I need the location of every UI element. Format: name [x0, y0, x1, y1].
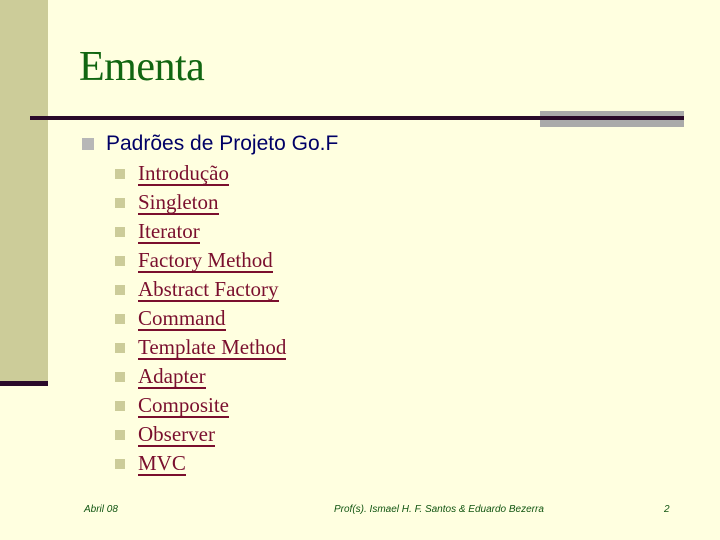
square-bullet-icon	[115, 371, 125, 382]
square-bullet-icon	[115, 284, 125, 295]
footer-authors: Prof(s). Ismael H. F. Santos & Eduardo B…	[334, 504, 544, 515]
topic-item: Observer	[115, 420, 286, 449]
square-bullet-icon	[115, 197, 125, 208]
topic-item: Command	[115, 304, 286, 333]
square-bullet-icon	[115, 226, 125, 237]
topic-link-command[interactable]: Command	[138, 307, 226, 331]
topic-item: Iterator	[115, 217, 286, 246]
square-bullet-icon	[115, 168, 125, 179]
topic-link-iterator[interactable]: Iterator	[138, 220, 200, 244]
topic-link-factory-method[interactable]: Factory Method	[138, 249, 273, 273]
topic-link-mvc[interactable]: MVC	[138, 452, 186, 476]
square-bullet-icon	[115, 400, 125, 411]
square-bullet-icon	[115, 342, 125, 353]
topic-link-singleton[interactable]: Singleton	[138, 191, 219, 215]
topic-item: Template Method	[115, 333, 287, 362]
topic-link-observer[interactable]: Observer	[138, 423, 215, 447]
square-bullet-icon	[115, 255, 125, 266]
topic-item: MVC	[115, 449, 286, 478]
topic-item: Singleton	[115, 188, 286, 217]
square-bullet-icon	[115, 313, 125, 324]
left-sidebar-bar	[0, 0, 48, 383]
title-rule	[30, 116, 684, 120]
main-bullet: Padrões de Projeto Go.F	[82, 130, 338, 158]
topic-link-template-method[interactable]: Template Method	[138, 336, 287, 360]
topic-link-abstract-factory[interactable]: Abstract Factory	[138, 278, 279, 302]
footer-page-number: 2	[664, 504, 670, 515]
topic-link-introducao[interactable]: Introdução	[138, 162, 229, 186]
topic-link-adapter[interactable]: Adapter	[138, 365, 206, 389]
topic-item: Adapter	[115, 362, 286, 391]
topic-item: Factory Method	[115, 246, 286, 275]
slide-title: Ementa	[79, 44, 205, 90]
square-bullet-icon	[115, 458, 125, 469]
sidebar-foot-line	[0, 381, 48, 386]
topic-item: Composite	[115, 391, 286, 420]
main-bullet-text: Padrões de Projeto Go.F	[106, 132, 339, 155]
topic-link-composite[interactable]: Composite	[138, 394, 230, 418]
topic-list: Introdução Singleton Iterator Factory Me…	[115, 159, 287, 478]
footer-date: Abril 08	[84, 504, 118, 515]
topic-item: Abstract Factory	[115, 275, 286, 304]
square-bullet-icon	[82, 138, 94, 150]
topic-item: Introdução	[115, 159, 286, 188]
square-bullet-icon	[115, 429, 125, 440]
